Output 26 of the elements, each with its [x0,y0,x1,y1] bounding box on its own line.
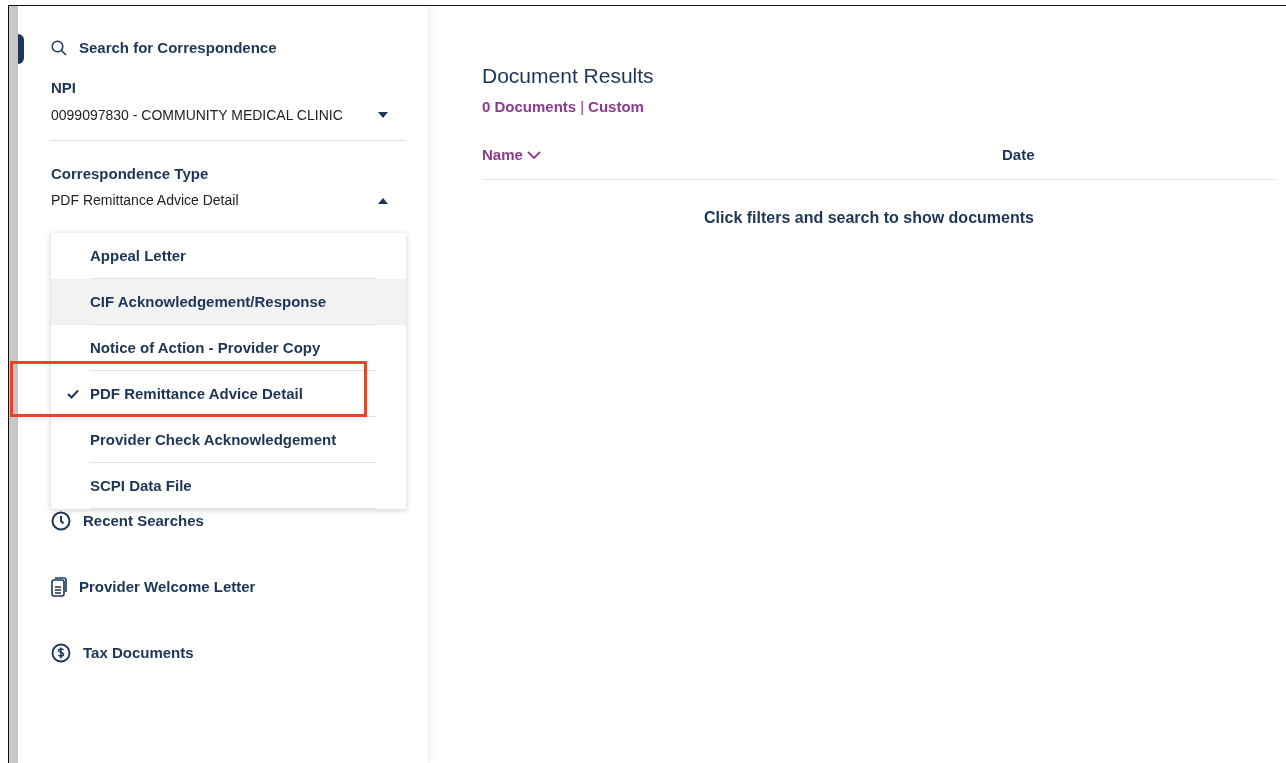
dropdown-option[interactable]: Provider Check Acknowledgement [51,417,406,463]
dropdown-option[interactable]: SCPI Data File [51,463,406,509]
dropdown-option[interactable]: PDF Remittance Advice Detail [51,371,406,417]
column-header[interactable]: Date [1002,144,1102,167]
document-icon [51,577,67,597]
clock-icon [51,511,71,531]
search-heading[interactable]: Search for Correspondence [51,33,406,63]
search-icon [51,40,67,56]
field-label: NPI [51,78,77,98]
sidebar-link[interactable]: Recent Searches [51,511,406,531]
sidebar-link[interactable]: Provider Welcome Letter [51,577,406,597]
dropdown-option[interactable]: CIF Acknowledgement/Response [51,279,406,325]
type-dropdown[interactable]: PDF Remittance Advice Detail [51,190,406,211]
field-label: Correspondence Type [51,163,210,184]
dollar-icon [51,643,71,663]
active-indicator [18,34,24,64]
dropdown-option[interactable]: Notice of Action - Provider Copy [51,325,406,371]
dropdown-option[interactable]: Appeal Letter [51,233,406,279]
sidebar-link[interactable]: Tax Documents [51,643,406,663]
column-header[interactable]: Name [482,144,1002,167]
results-title: Document Results [482,63,655,89]
separator: | [580,96,585,117]
npi-dropdown[interactable]: 0099097830 - COMMUNITY MEDICAL CLINIC [51,104,406,126]
empty-message: Click filters and search to show documents [703,207,1035,228]
document-count: 0 Documents [482,96,577,117]
filter-label: Custom [588,96,644,117]
